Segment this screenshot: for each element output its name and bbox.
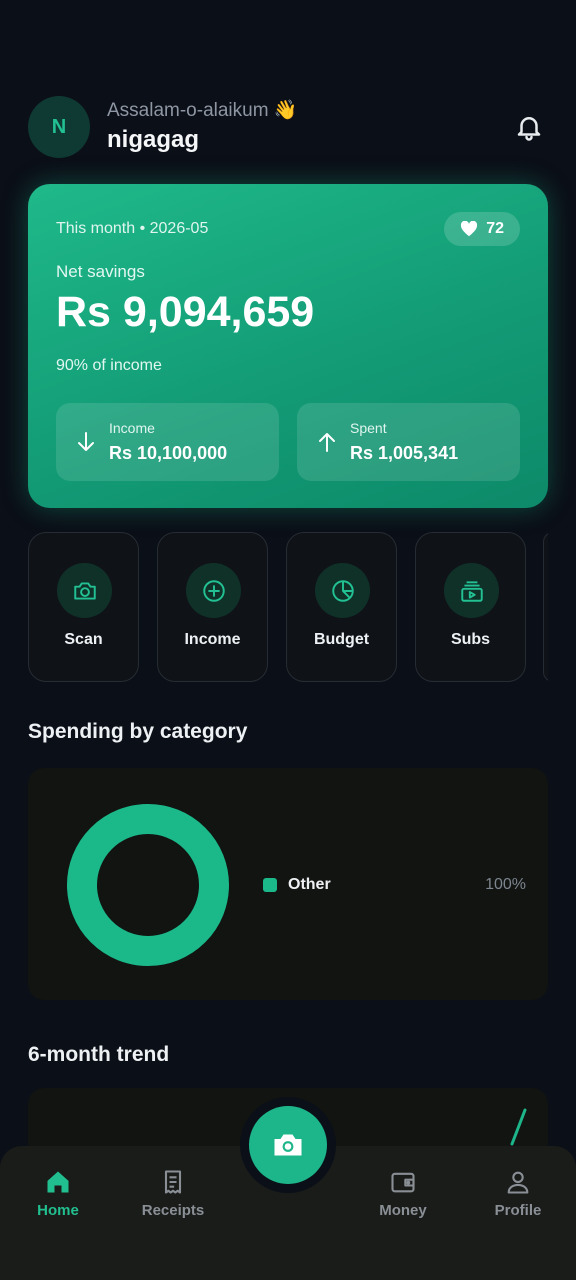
legend-percent-other: 100% [485,876,526,893]
spending-section-title: Spending by category [28,720,248,743]
scan-fab-button[interactable] [249,1106,327,1184]
subscriptions-icon [460,580,483,602]
pie-chart-icon [331,579,354,602]
net-savings-amount: Rs 9,094,659 [56,288,315,336]
budget-action-label: Budget [313,631,370,648]
score-badge[interactable]: 72 [444,212,520,246]
nav-profile[interactable]: Profile [468,1168,568,1219]
spent-value: Rs 1,005,341 [350,443,459,463]
legend-swatch-other [263,878,277,892]
subs-action-label: Subs [450,631,491,648]
person-icon [507,1171,529,1194]
percent-of-income: 90% of income [56,357,162,374]
wallet-icon [391,1172,415,1193]
net-savings-label: Net savings [56,262,145,281]
nav-receipts-label: Receipts [141,1202,205,1219]
heart-icon [461,221,478,237]
plus-circle-icon [202,579,225,602]
spending-donut-chart [67,804,229,966]
income-action-label: Income [184,631,241,648]
receipt-icon [164,1170,182,1194]
spent-label: Spent [350,420,387,436]
home-icon [47,1171,69,1193]
arrow-up-icon [319,433,335,452]
camera-icon [73,581,96,600]
username: nigagag [107,126,200,153]
budget-action-button[interactable]: Budget [286,532,397,682]
arrow-down-icon [78,432,94,451]
legend-label-other: Other [288,876,331,893]
avatar[interactable]: N [28,96,90,158]
nav-receipts[interactable]: Receipts [123,1168,223,1219]
trend-section-title: 6-month trend [28,1043,170,1066]
scan-action-button[interactable]: Scan [28,532,139,682]
income-action-button[interactable]: Income [157,532,268,682]
nav-home[interactable]: Home [8,1168,108,1219]
net-savings-card[interactable]: This month • 2026-05 72 Net savings Rs 9… [28,184,548,508]
quick-actions-row[interactable]: Scan Income Budget Subs [28,532,548,682]
spent-summary[interactable]: Spent Rs 1,005,341 [297,403,520,481]
bell-icon[interactable] [514,112,544,142]
header: N Assalam-o-alaikum 👋 nigagag [28,96,548,160]
greeting-text: Assalam-o-alaikum 👋 [107,100,298,121]
nav-home-label: Home [37,1202,79,1219]
nav-profile-label: Profile [494,1202,542,1219]
income-value: Rs 10,100,000 [109,443,228,463]
score-value: 72 [486,220,504,237]
nav-money-label: Money [379,1202,427,1219]
donut-slice-other [67,804,229,966]
income-summary[interactable]: Income Rs 10,100,000 [56,403,279,481]
period-label: This month • 2026-05 [56,220,209,237]
camera-icon [274,1134,302,1156]
nav-money[interactable]: Money [353,1168,453,1219]
spending-chart-panel: Other 100% [28,768,548,1000]
scan-action-label: Scan [64,631,103,648]
income-label: Income [109,420,155,436]
subs-action-button[interactable]: Subs [415,532,526,682]
more-action-button[interactable] [543,532,548,682]
